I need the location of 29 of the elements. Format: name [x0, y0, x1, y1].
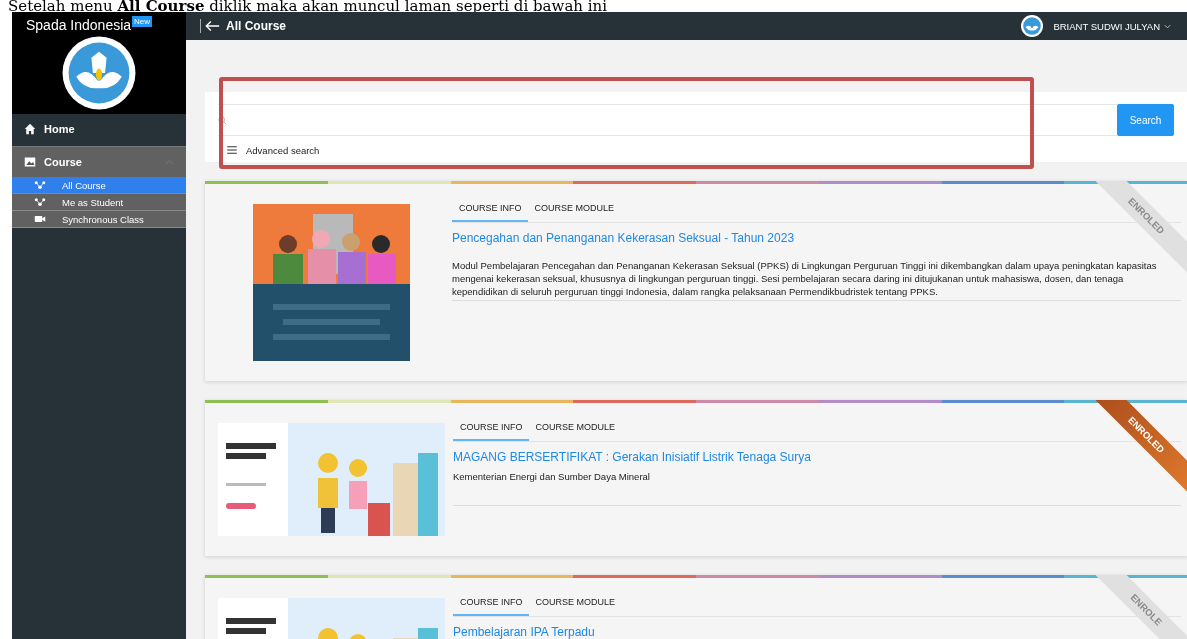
course-tab[interactable]: COURSE MODULE [528, 592, 622, 616]
new-badge: New [132, 16, 153, 27]
user-menu[interactable]: BRIANT SUDWI JULYAN [1053, 20, 1160, 32]
course-tab[interactable]: COURSE MODULE [527, 198, 621, 222]
menu-icon [227, 146, 237, 154]
document-caption: Setelah menu All Course diklik maka akan muncul laman seperti di bawah ini [7, 0, 608, 12]
course-tab[interactable]: COURSE INFO [453, 592, 529, 616]
image-icon [24, 156, 36, 168]
home-icon [24, 123, 36, 135]
nav-subitem[interactable]: Synchronous Class [12, 211, 186, 228]
course-tab[interactable]: COURSE MODULE [528, 417, 622, 441]
course-description: Modul Pembelajaran Pencegahan dan Penanganan Kekerasan Seksual (PPKS) di Lingkungan Perguruan Tinggi ini dikembangkan dalam upaya peningkatan kapasitas mengenai kekerasan seksual, khususnya di lingkungan perguruan tinggi. Sesi pembelajaran secara daring ini ditujukanan untuk mahasiswa, dosen, dan tenaga kependidikan di seluruh perguruan tinggi Indonesia, dalam rangka pelaksanaan Permendikbudristek tentang PPKS. [452, 259, 1181, 301]
course-tab[interactable]: COURSE INFO [452, 198, 528, 222]
back-arrow-icon[interactable] [205, 20, 220, 32]
network-icon [34, 180, 46, 190]
caret-icon [1164, 23, 1171, 29]
nav-subitem[interactable]: Me as Student [12, 194, 186, 211]
brand-name: Spada Indonesia [26, 16, 132, 34]
advanced-search-link[interactable]: Advanced search [227, 136, 1174, 164]
search-field[interactable] [218, 104, 1117, 136]
network-icon [34, 197, 46, 207]
course-tab[interactable]: COURSE INFO [453, 417, 529, 441]
nav-item[interactable]: Home [12, 114, 186, 144]
search-icon [218, 115, 227, 125]
page-title: All Course [226, 19, 286, 33]
video-camera-icon [34, 214, 46, 224]
nav-subitem[interactable]: All Course [12, 177, 186, 194]
emblem-avatar-icon[interactable] [1021, 15, 1044, 37]
nav-item[interactable]: Course [12, 146, 186, 177]
